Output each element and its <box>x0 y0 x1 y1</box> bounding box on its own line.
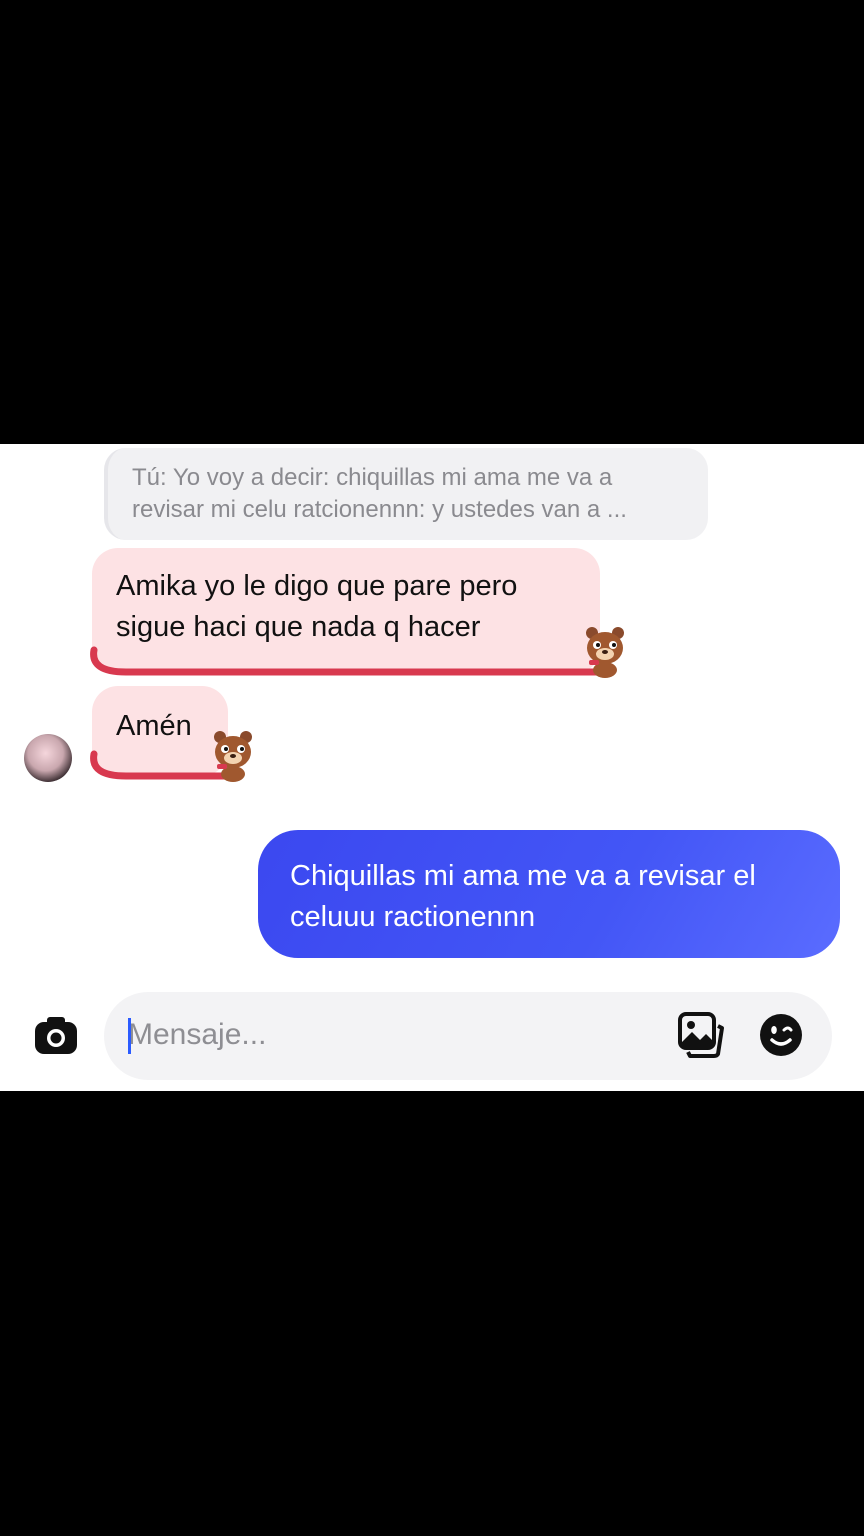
bear-underline-decoration <box>90 646 610 676</box>
outgoing-message-bubble[interactable]: Chiquillas mi ama me va a revisar el cel… <box>258 830 840 958</box>
message-text-line: celuuu ractionennn <box>290 901 536 933</box>
camera-icon[interactable] <box>32 1012 80 1060</box>
message-text-line: Amén <box>116 710 192 742</box>
bottom-black-band <box>0 1091 864 1536</box>
message-text-line: Chiquillas mi ama me va a revisar el <box>290 860 756 892</box>
top-black-band <box>0 0 864 444</box>
sticker-icon[interactable] <box>758 1012 804 1058</box>
reply-preview[interactable]: Tú: Yo voy a decir: chiquillas mi ama me… <box>104 448 708 540</box>
message-text-line: Amika yo le digo que pare pero <box>116 570 518 602</box>
message-composer <box>0 992 864 1082</box>
message-field[interactable] <box>104 992 832 1080</box>
contact-avatar[interactable] <box>24 734 72 782</box>
bear-sticker-icon <box>586 627 624 678</box>
reply-preview-line-2: revisar mi celu ratcionennn: y ustedes v… <box>132 496 627 523</box>
reply-preview-line-1: Tú: Yo voy a decir: chiquillas mi ama me… <box>132 464 613 491</box>
text-cursor <box>128 1018 131 1054</box>
gallery-icon[interactable] <box>678 1012 724 1058</box>
message-input[interactable] <box>128 1012 648 1058</box>
chat-view: Tú: Yo voy a decir: chiquillas mi ama me… <box>0 444 864 1091</box>
bear-sticker-icon <box>214 731 252 782</box>
message-text-line: sigue haci que nada q hacer <box>116 611 481 643</box>
